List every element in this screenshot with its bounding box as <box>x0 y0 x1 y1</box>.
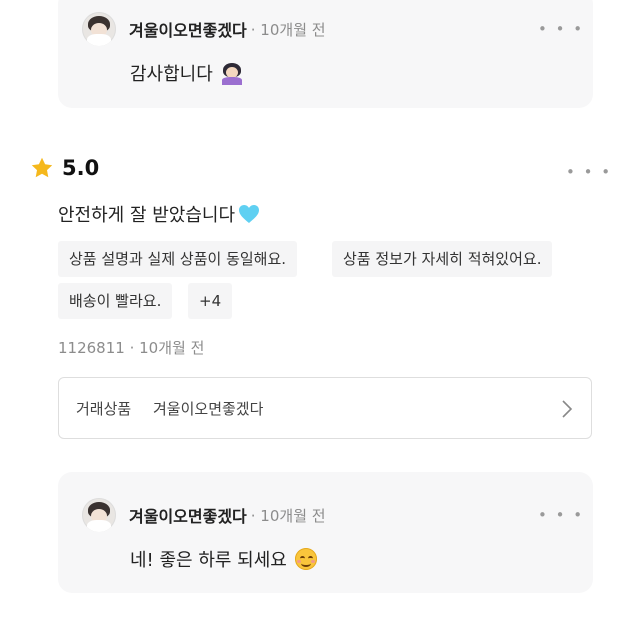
review-tag: 상품 정보가 자세히 적혀있어요. <box>332 241 553 277</box>
reply-header: 겨울이오면좋겠다 · 10개월 전 <box>82 12 326 46</box>
reply-author-name[interactable]: 겨울이오면좋겠다 <box>129 503 247 527</box>
smiling-face-emoji-icon <box>294 548 317 570</box>
reply-header: 겨울이오면좋겠다 · 10개월 전 <box>82 498 326 532</box>
reply-text: 감사합니다 <box>130 60 243 86</box>
more-options-icon[interactable]: • • • <box>538 506 584 524</box>
reply-timestamp: · 10개월 전 <box>250 20 326 39</box>
review-message: 안전하게 잘 받았습니다 <box>58 205 236 226</box>
star-icon <box>31 157 53 178</box>
avatar[interactable] <box>82 12 116 46</box>
person-bowing-emoji-icon <box>221 62 243 85</box>
review-tag: 배송이 빨라요. <box>58 283 173 319</box>
reply-author-name[interactable]: 겨울이오면좋겠다 <box>129 17 247 41</box>
rating-value: 5.0 <box>62 156 100 180</box>
traded-product-link[interactable]: 거래상품 겨울이오면좋겠다 <box>58 377 592 439</box>
chevron-right-icon <box>562 400 573 418</box>
reply-message: 감사합니다 <box>130 64 213 85</box>
seller-reply-card: 겨울이오면좋겠다 · 10개월 전 • • • 감사합니다 <box>58 0 593 108</box>
product-label: 거래상품 <box>76 400 132 418</box>
reply-message: 네! 좋은 하루 되세요 <box>130 550 287 571</box>
review-meta: 1126811 · 10개월 전 <box>58 339 205 357</box>
more-options-icon[interactable]: • • • <box>538 20 584 38</box>
review-rating: 5.0 <box>30 156 99 180</box>
avatar[interactable] <box>82 498 116 532</box>
more-tags-button[interactable]: +4 <box>188 283 233 319</box>
light-blue-heart-icon <box>239 205 260 223</box>
seller-reply-card: 겨울이오면좋겠다 · 10개월 전 • • • 네! 좋은 하루 되세요 <box>58 472 593 593</box>
review-more-options-icon[interactable]: • • • <box>566 163 612 181</box>
reply-timestamp: · 10개월 전 <box>250 506 326 525</box>
product-name: 겨울이오면좋겠다 <box>153 400 264 418</box>
review-body: 안전하게 잘 받았습니다 <box>58 201 260 227</box>
reply-text: 네! 좋은 하루 되세요 <box>130 546 317 572</box>
review-tag: 상품 설명과 실제 상품이 동일해요. <box>58 241 298 277</box>
